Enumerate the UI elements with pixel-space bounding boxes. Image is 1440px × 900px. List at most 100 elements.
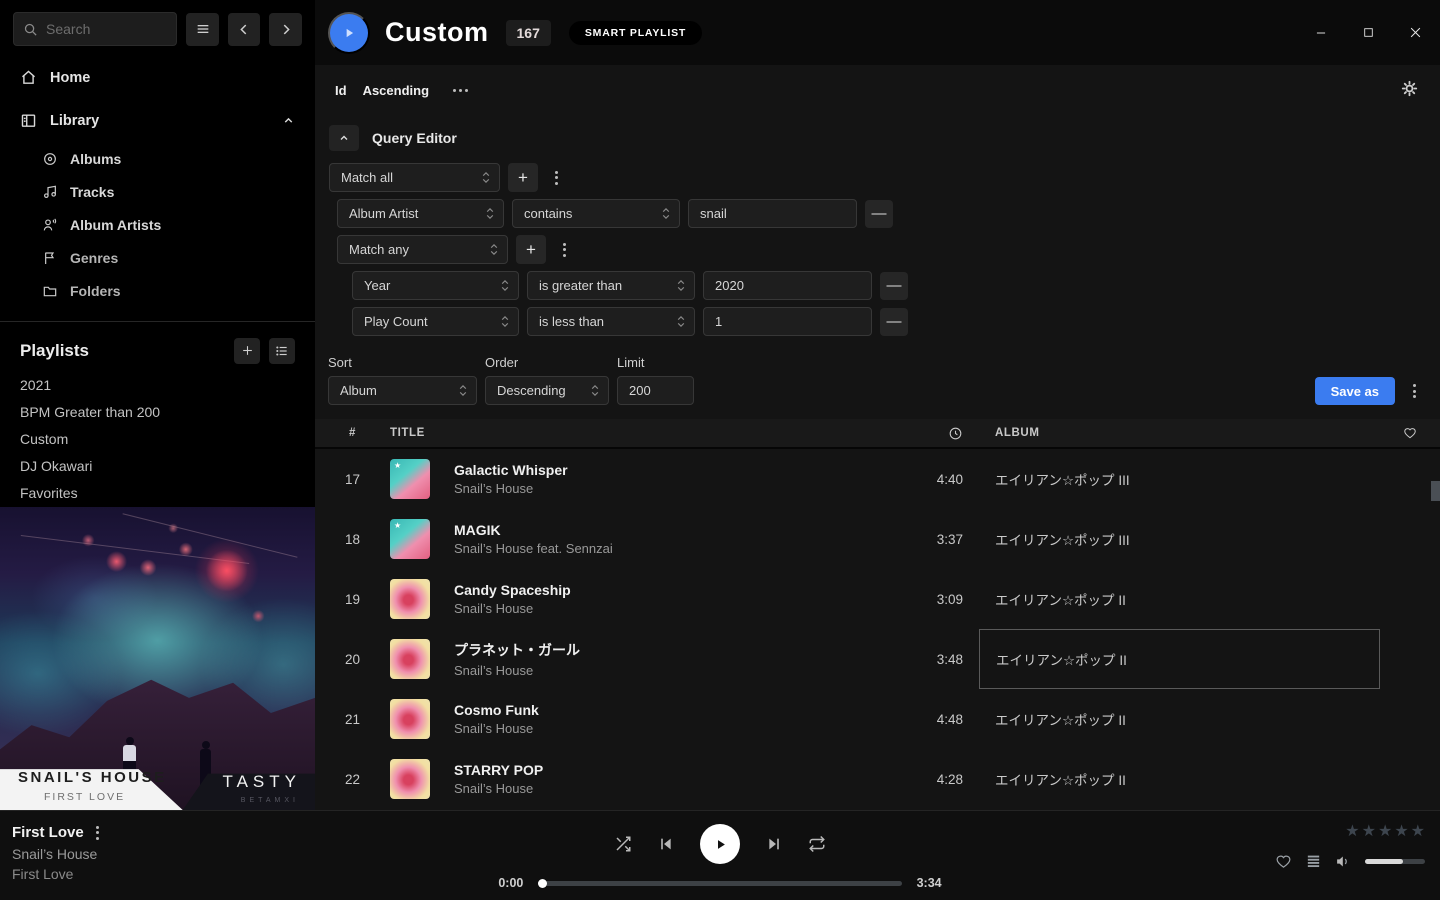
rule-operator-select[interactable]: is greater than <box>527 271 695 300</box>
order-select[interactable]: Descending <box>485 376 609 405</box>
track-album: エイリアン☆ポップ II <box>979 749 1380 809</box>
sub-item-label: Tracks <box>70 184 114 200</box>
select-value: Match all <box>341 170 393 185</box>
menu-button[interactable] <box>186 13 219 46</box>
playlist-item[interactable]: Custom <box>0 426 315 453</box>
table-row[interactable]: 18 MAGIK Snail’s House feat. Sennzai 3:3… <box>315 509 1440 569</box>
scrollbar-thumb[interactable] <box>1431 481 1440 501</box>
rule-value-input[interactable] <box>703 271 872 300</box>
star-icon[interactable]: ★ <box>1378 824 1392 840</box>
playlist-list-button[interactable] <box>269 338 295 364</box>
now-playing-menu-icon[interactable] <box>96 826 99 840</box>
close-button[interactable] <box>1406 24 1424 42</box>
playlist-item[interactable]: BPM Greater than 200 <box>0 399 315 426</box>
star-icon[interactable]: ★ <box>1345 824 1359 840</box>
sidebar-item-home[interactable]: Home <box>0 62 315 93</box>
track-cover <box>390 579 430 619</box>
now-playing-title[interactable]: First Love <box>12 824 84 841</box>
playlist-item[interactable]: 2021 <box>0 372 315 399</box>
rule-field-select[interactable]: Year <box>352 271 519 300</box>
sidebar-item-library[interactable]: Library <box>0 105 315 136</box>
group-menu-button[interactable] <box>554 235 574 264</box>
sort-field-button[interactable]: Id <box>335 83 347 98</box>
queue-button[interactable] <box>1305 853 1322 870</box>
add-group-rule-button[interactable]: + <box>516 235 546 264</box>
play-playlist-button[interactable] <box>328 12 370 54</box>
playlist-item[interactable]: Favorites <box>0 480 315 507</box>
track-duration: 3:37 <box>895 532 979 547</box>
remove-rule-button[interactable]: — <box>880 272 908 300</box>
next-button[interactable] <box>766 836 782 852</box>
group-match-type-select[interactable]: Match any <box>337 235 508 264</box>
star-icon[interactable]: ★ <box>1362 824 1376 840</box>
save-as-button[interactable]: Save as <box>1315 377 1395 405</box>
table-row[interactable]: 21 Cosmo Funk Snail’s House 4:48 エイリアン☆ポ… <box>315 689 1440 749</box>
progress-thumb[interactable] <box>538 879 547 888</box>
column-index[interactable]: # <box>315 427 390 439</box>
track-title: STARRY POP <box>454 762 895 778</box>
star-icon[interactable]: ★ <box>1394 824 1408 840</box>
shuffle-button[interactable] <box>614 835 632 853</box>
match-type-select[interactable]: Match all <box>329 163 500 192</box>
track-artist: Snail’s House <box>454 721 895 736</box>
sidebar-item-album-artists[interactable]: Album Artists <box>0 208 315 241</box>
table-row[interactable]: 19 Candy Spaceship Snail’s House 3:09 エイ… <box>315 569 1440 629</box>
rule-value-input[interactable] <box>703 307 872 336</box>
add-rule-button[interactable]: + <box>508 163 538 192</box>
sort-select[interactable]: Album <box>328 376 477 405</box>
maximize-button[interactable] <box>1359 24 1377 42</box>
previous-button[interactable] <box>658 836 674 852</box>
limit-input[interactable] <box>617 376 694 405</box>
gear-icon[interactable] <box>1401 80 1418 100</box>
column-duration[interactable] <box>895 426 979 441</box>
minimize-button[interactable] <box>1312 24 1330 42</box>
play-icon <box>342 26 356 40</box>
progress-slider[interactable] <box>538 881 901 886</box>
sidebar-item-tracks[interactable]: Tracks <box>0 175 315 208</box>
nav-forward-button[interactable] <box>269 13 302 46</box>
rule-field-select[interactable]: Play Count <box>352 307 519 336</box>
rule-operator-select[interactable]: contains <box>512 199 680 228</box>
sort-order-button[interactable]: Ascending <box>363 83 429 98</box>
add-playlist-button[interactable] <box>234 338 260 364</box>
rule-operator-select[interactable]: is less than <box>527 307 695 336</box>
queue-icon <box>1305 853 1322 870</box>
favorite-button[interactable] <box>1275 853 1292 870</box>
chevron-up-icon[interactable] <box>282 114 295 127</box>
more-options-icon[interactable] <box>453 89 468 92</box>
save-menu-button[interactable] <box>1404 377 1424 405</box>
column-favorite[interactable] <box>1380 426 1440 440</box>
repeat-button[interactable] <box>808 835 826 853</box>
rule-group-menu-button[interactable] <box>546 163 566 192</box>
track-album-focused-cell[interactable]: エイリアン☆ポップ II <box>979 629 1380 689</box>
table-row[interactable]: 20 プラネット・ガール Snail’s House 3:48 エイリアン☆ポッ… <box>315 629 1440 689</box>
sidebar-item-genres[interactable]: Genres <box>0 241 315 274</box>
app-window: Home Library Albums <box>0 0 1440 900</box>
now-playing-artist[interactable]: Snail’s House <box>12 846 99 862</box>
collapse-query-editor-button[interactable] <box>329 125 359 151</box>
track-artist: Snail’s House feat. Sennzai <box>454 541 895 556</box>
column-title[interactable]: TITLE <box>390 427 895 439</box>
table-row[interactable]: 17 Galactic Whisper Snail’s House 4:40 エ… <box>315 449 1440 509</box>
remove-rule-button[interactable]: — <box>880 308 908 336</box>
table-row[interactable]: 22 STARRY POP Snail’s House 4:28 エイリアン☆ポ… <box>315 749 1440 809</box>
column-album[interactable]: ALBUM <box>979 427 1380 439</box>
playlist-item[interactable]: DJ Okawari <box>0 453 315 480</box>
sidebar-item-albums[interactable]: Albums <box>0 142 315 175</box>
track-album: エイリアン☆ポップ III <box>979 509 1380 569</box>
play-pause-button[interactable] <box>700 824 740 864</box>
search-input[interactable] <box>46 21 156 37</box>
volume-slider[interactable] <box>1365 859 1425 864</box>
now-playing-cover-art[interactable]: SNAIL'S HOUSE FIRST LOVE TASTY BETAMXI <box>0 507 315 810</box>
sidebar-item-folders[interactable]: Folders <box>0 274 315 307</box>
track-duration: 4:40 <box>895 472 979 487</box>
rule-field-select[interactable]: Album Artist <box>337 199 504 228</box>
star-icon[interactable]: ★ <box>1411 824 1425 840</box>
volume-button[interactable] <box>1335 853 1352 870</box>
nav-back-button[interactable] <box>228 13 261 46</box>
search-box[interactable] <box>13 12 177 46</box>
query-editor-title: Query Editor <box>372 130 457 146</box>
remove-rule-button[interactable]: — <box>865 200 893 228</box>
now-playing-album[interactable]: First Love <box>12 866 99 882</box>
rule-value-input[interactable] <box>688 199 857 228</box>
